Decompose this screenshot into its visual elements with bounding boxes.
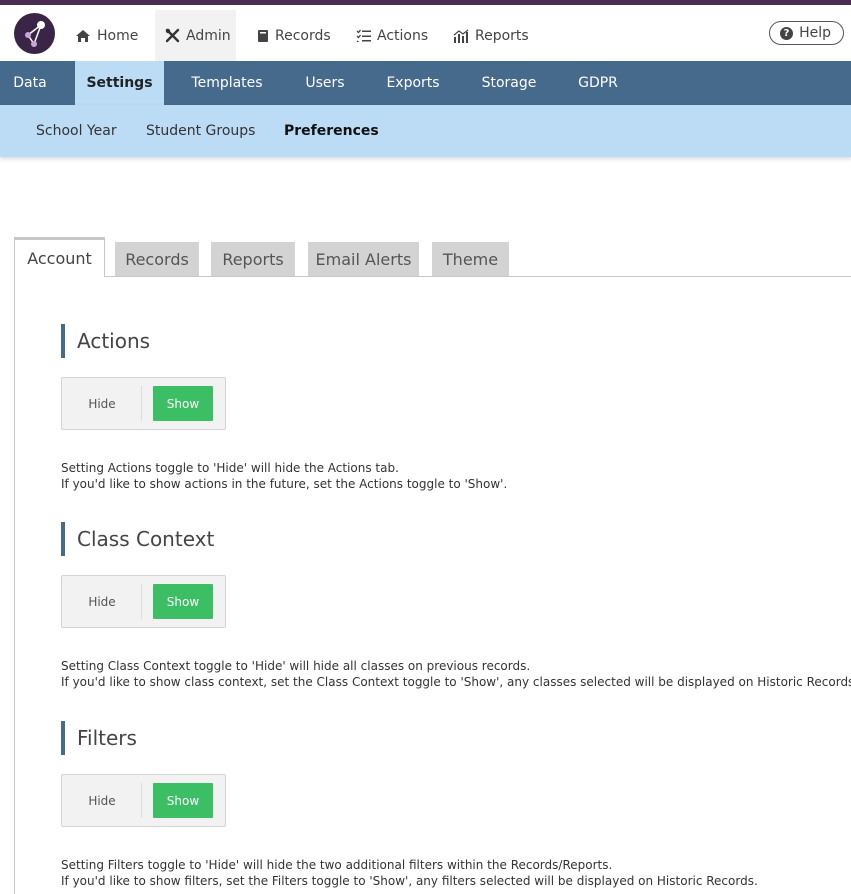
pref-tab-account[interactable]: Account [14, 237, 105, 277]
toggle-divider [141, 386, 142, 421]
nav-records[interactable]: Records [247, 10, 341, 61]
class-context-description: Setting Class Context toggle to 'Hide' w… [61, 658, 851, 690]
logo-graph-icon [25, 21, 45, 47]
tab-exports[interactable]: Exports [374, 61, 452, 105]
nav-reports[interactable]: Reports [443, 10, 539, 61]
tab-gdpr[interactable]: GDPR [566, 61, 630, 105]
nav-admin-label: Admin [186, 27, 231, 44]
help-label: Help [799, 25, 831, 41]
actions-description: Setting Actions toggle to 'Hide' will hi… [61, 460, 507, 492]
filters-show-button[interactable]: Show [153, 783, 213, 818]
tab-storage[interactable]: Storage [466, 61, 552, 105]
nav-records-label: Records [275, 27, 331, 44]
filters-hide-button[interactable]: Hide [62, 775, 142, 826]
tab-student-groups[interactable]: Student Groups [146, 105, 255, 157]
filters-toggle: Hide Show [61, 774, 226, 827]
class-context-hide-button[interactable]: Hide [62, 576, 142, 627]
pref-tab-theme[interactable]: Theme [432, 242, 509, 276]
pref-tab-email-alerts[interactable]: Email Alerts [308, 242, 419, 276]
actions-desc-line-2: If you'd like to show actions in the fut… [61, 477, 508, 491]
admin-tabs: Data Settings Templates Users Exports St… [0, 61, 851, 105]
panel-border-left [14, 276, 15, 894]
nav-home-label: Home [97, 27, 139, 44]
settings-tabs: School Year Student Groups Preferences [0, 105, 851, 157]
chart-icon [453, 29, 469, 43]
section-title-class-context: Class Context [61, 522, 214, 556]
filters-desc-line-2: If you'd like to show filters, set the F… [61, 874, 758, 888]
toggle-divider [141, 584, 142, 619]
nav-admin[interactable]: Admin [155, 10, 236, 61]
class-context-desc-line-1: Setting Class Context toggle to 'Hide' w… [61, 659, 531, 673]
filters-desc-line-1: Setting Filters toggle to 'Hide' will hi… [61, 858, 613, 872]
nav-actions[interactable]: Actions [346, 10, 438, 61]
nav-actions-label: Actions [377, 27, 429, 44]
pref-tab-reports[interactable]: Reports [211, 242, 295, 276]
actions-desc-line-1: Setting Actions toggle to 'Hide' will hi… [61, 461, 399, 475]
class-context-show-button[interactable]: Show [153, 584, 213, 619]
pref-tab-records[interactable]: Records [115, 242, 199, 276]
tools-icon [165, 28, 180, 43]
help-button[interactable]: ? Help [769, 21, 844, 45]
list-check-icon [356, 29, 371, 42]
main-nav: Home Admin Records Actions Reports ? Hel… [0, 5, 851, 61]
nav-home[interactable]: Home [65, 10, 148, 61]
section-title-actions: Actions [61, 324, 150, 358]
actions-show-button[interactable]: Show [153, 386, 213, 421]
tab-settings[interactable]: Settings [75, 61, 164, 105]
actions-toggle: Hide Show [61, 377, 226, 430]
nav-reports-label: Reports [475, 27, 529, 44]
class-context-desc-line-2: If you'd like to show class context, set… [61, 675, 851, 689]
class-context-toggle: Hide Show [61, 575, 226, 628]
home-icon [75, 29, 91, 43]
tab-users[interactable]: Users [290, 61, 360, 105]
tab-school-year[interactable]: School Year [36, 105, 117, 157]
panel-border-top [104, 276, 851, 277]
tab-data[interactable]: Data [0, 61, 60, 105]
filters-description: Setting Filters toggle to 'Hide' will hi… [61, 857, 758, 889]
tab-preferences[interactable]: Preferences [284, 105, 379, 157]
question-circle-icon: ? [780, 26, 794, 40]
book-icon [257, 29, 269, 43]
section-title-filters: Filters [61, 721, 137, 755]
logo[interactable] [14, 13, 55, 54]
toggle-divider [141, 783, 142, 818]
tab-templates[interactable]: Templates [178, 61, 276, 105]
actions-hide-button[interactable]: Hide [62, 378, 142, 429]
